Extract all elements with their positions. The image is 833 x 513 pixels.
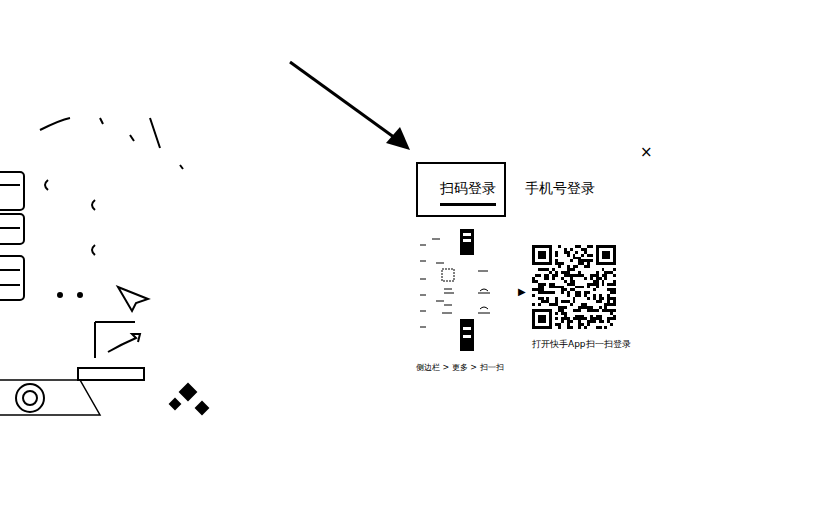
tab-label: 手机号登录: [525, 180, 595, 206]
login-page: × 扫码登录手机号登录 侧: [0, 0, 833, 513]
next-arrow-icon: ▶: [518, 287, 528, 297]
login-tab[interactable]: 扫码登录: [416, 162, 506, 217]
scan-guide: 侧边栏 > 更多 > 扫一扫: [416, 229, 510, 373]
annotation-arrow: [280, 55, 420, 160]
scan-panel: 侧边栏 > 更多 > 扫一扫 ▶ 打开快手App扫一扫登录: [416, 229, 676, 373]
qr-column: 打开快手App扫一扫登录: [532, 245, 626, 351]
qr-code[interactable]: [532, 245, 616, 329]
login-tabs: 扫码登录 手机号登录: [416, 162, 676, 217]
close-button[interactable]: ×: [638, 143, 655, 162]
login-tab[interactable]: 手机号登录: [506, 164, 599, 215]
decoration-illustration: [0, 0, 260, 440]
guide-image: [416, 229, 502, 351]
qr-caption: 打开快手App扫一扫登录: [532, 339, 626, 351]
login-dialog: 扫码登录手机号登录 侧边栏 > 更多 >: [416, 162, 676, 373]
tab-label: 扫码登录: [440, 180, 496, 206]
guide-caption: 侧边栏 > 更多 > 扫一扫: [416, 363, 510, 373]
